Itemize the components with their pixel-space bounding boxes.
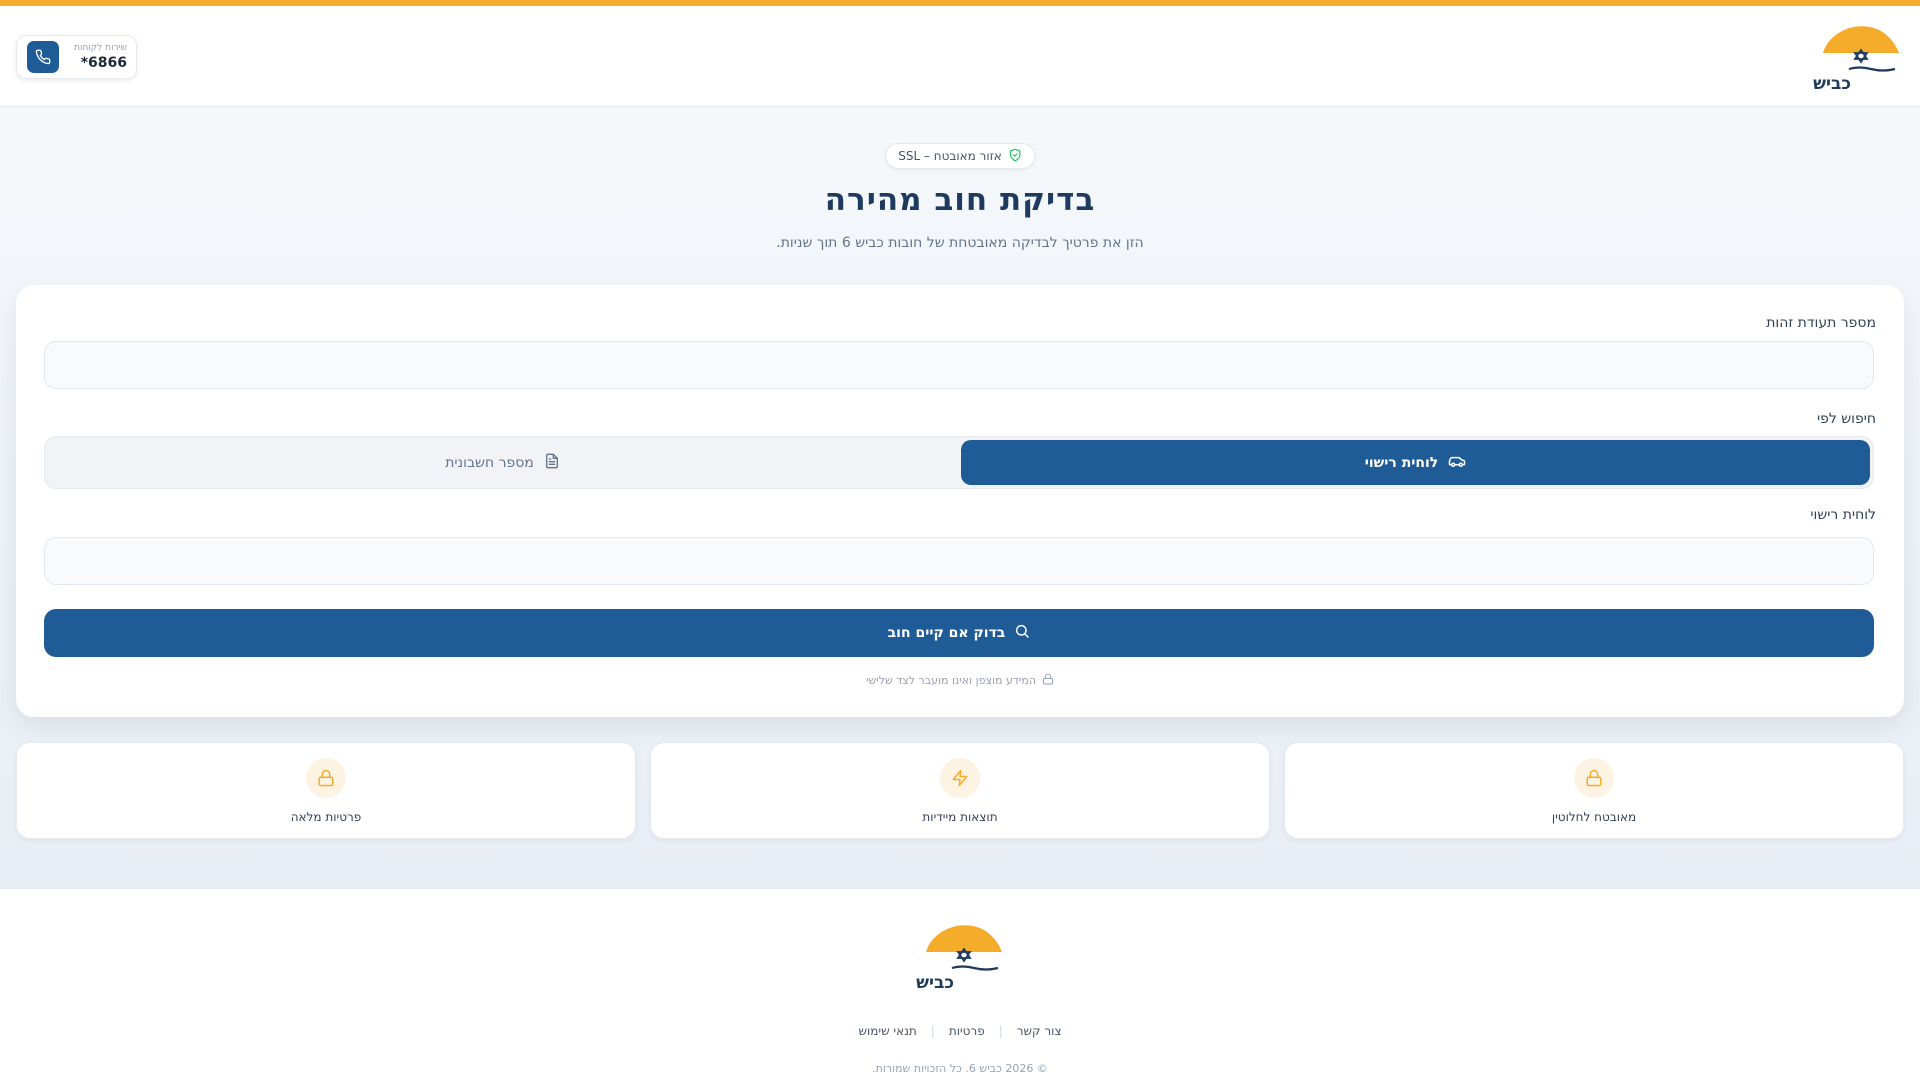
feature-card-privacy: פרטיות מלאה	[16, 742, 636, 839]
toggle-license-plate-label: לוחית רישוי	[1364, 454, 1439, 471]
footer-separator: |	[998, 1024, 1003, 1038]
privacy-note: המידע מוצפן ואינו מועבר לצד שלישי	[16, 673, 1904, 688]
phone-icon	[27, 41, 59, 73]
copyright-text: © 2026 כביש 6. כל הזכויות שמורות.	[872, 1062, 1048, 1075]
kvish6-logo[interactable]: 6 כביש	[1811, 21, 1903, 93]
feature-label-secure: מאובטח לחלוטין	[1551, 810, 1637, 824]
lock-icon	[306, 758, 346, 798]
footer-link-contact[interactable]: צור קשר	[1017, 1024, 1062, 1038]
svg-text:כביש: כביש	[1813, 74, 1851, 93]
kvish6-logo[interactable]: 6 כביש	[914, 920, 1006, 992]
footer-link-privacy[interactable]: פרטיות	[949, 1024, 985, 1038]
search-by-label: חיפוש לפי	[1816, 411, 1876, 427]
ssl-badge-text: אזור מאובטח – SSL	[898, 149, 1002, 163]
document-icon	[544, 453, 560, 473]
license-plate-input[interactable]	[44, 537, 1874, 585]
toggle-invoice-number[interactable]: מספר חשבונית	[48, 440, 957, 485]
lock-icon	[1042, 673, 1054, 688]
toggle-invoice-number-label: מספר חשבונית	[445, 454, 534, 471]
lock-icon	[1574, 758, 1614, 798]
feature-card-secure: מאובטח לחלוטין	[1284, 742, 1904, 839]
page-subtitle: הזן את פרטיך לבדיקה מאובטחת של חובות כבי…	[776, 235, 1144, 251]
shield-check-icon	[1008, 148, 1022, 165]
car-icon	[1448, 452, 1466, 474]
privacy-note-text: המידע מוצפן ואינו מועבר לצד שלישי	[865, 674, 1037, 687]
site-footer: 6 כביש צור קשר | פרטיות | תנאי שימוש © 2…	[0, 888, 1920, 1080]
id-number-label: מספר תעודת זהות	[1766, 315, 1876, 331]
check-debt-button[interactable]: בדוק אם קיים חוב	[44, 609, 1874, 657]
search-by-toggle: לוחית רישוי מספר חשבונית	[44, 436, 1874, 489]
license-plate-label: לוחית רישוי	[1810, 507, 1876, 523]
bolt-icon	[940, 758, 980, 798]
feature-label-privacy: פרטיות מלאה	[290, 810, 362, 824]
customer-service-number: *6866	[80, 55, 127, 71]
ssl-secure-badge: אזור מאובטח – SSL	[885, 143, 1035, 169]
check-debt-button-label: בדוק אם קיים חוב	[887, 625, 1006, 641]
svg-text:כביש: כביש	[916, 973, 954, 992]
id-number-input[interactable]	[44, 341, 1874, 389]
toggle-license-plate[interactable]: לוחית רישוי	[961, 440, 1870, 485]
footer-separator: |	[930, 1024, 935, 1038]
feature-label-instant: תוצאות מיידיות	[922, 810, 998, 824]
feature-card-instant: תוצאות מיידיות	[650, 742, 1270, 839]
main-content: אזור מאובטח – SSL בדיקת חוב מהירה הזן את…	[0, 108, 1920, 888]
customer-service-badge[interactable]: שירות לקוחות *6866	[16, 35, 137, 79]
search-icon	[1014, 623, 1030, 643]
page-title: בדיקת חוב מהירה	[824, 182, 1096, 218]
footer-link-terms[interactable]: תנאי שימוש	[858, 1024, 916, 1038]
footer-links: צור קשר | פרטיות | תנאי שימוש	[0, 1024, 1920, 1038]
site-header: 6 כביש שירות לקוחות *6866	[0, 6, 1920, 107]
debt-check-form: מספר תעודת זהות חיפוש לפי לוחית רישוי מס…	[16, 285, 1904, 717]
customer-service-label: שירות לקוחות	[74, 43, 127, 53]
